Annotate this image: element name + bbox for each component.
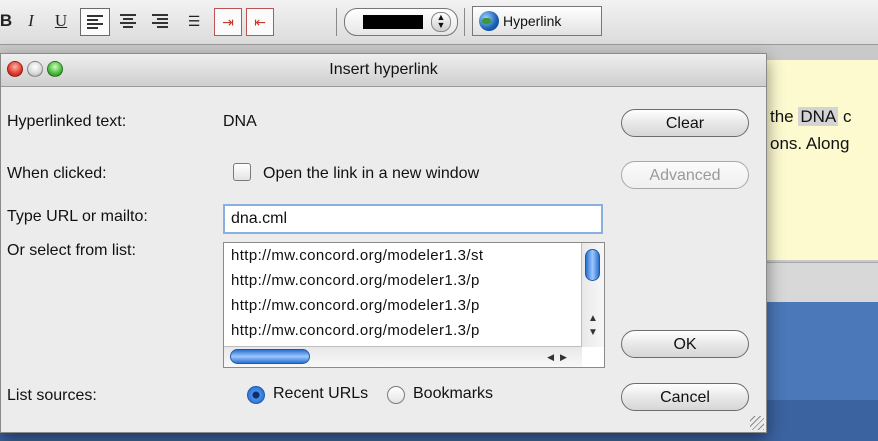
list-item[interactable]: http://mw.concord.org/modeler1.3/p [231, 272, 480, 289]
bold-label: B [0, 11, 13, 30]
format-toolbar: B I U ☰ ⇥ ⇤ ▲ ▼ Hyperlink [0, 0, 878, 45]
globe-link-icon [479, 11, 499, 31]
align-right-icon [152, 14, 168, 28]
popup-arrows-icon: ▲ ▼ [431, 12, 451, 32]
outdent-button[interactable]: ⇤ [246, 8, 274, 36]
list-horizontal-scrollbar[interactable]: ◀▶ [224, 346, 582, 367]
list-label: Or select from list: [7, 242, 136, 259]
indent-button[interactable]: ⇥ [214, 8, 242, 36]
vertical-scroll-thumb[interactable] [585, 249, 600, 281]
ok-button[interactable]: OK [621, 330, 749, 358]
hyperlink-label: Hyperlink [503, 13, 562, 29]
outdent-icon: ⇤ [254, 13, 266, 30]
align-left-button[interactable] [80, 8, 110, 36]
hyperlinked-text-label: Hyperlinked text: [7, 113, 127, 130]
underline-button[interactable]: U [50, 8, 72, 34]
bullet-list-icon: ☰ [187, 12, 201, 29]
cancel-button[interactable]: Cancel [621, 383, 749, 411]
advanced-button[interactable]: Advanced [621, 161, 749, 189]
list-item[interactable]: http://mw.concord.org/modeler1.3/p [231, 322, 480, 339]
italic-button[interactable]: I [20, 8, 42, 34]
italic-label: I [28, 11, 34, 30]
clear-button[interactable]: Clear [621, 109, 749, 137]
document-text-line: the DNA c [770, 107, 852, 127]
resize-grip-icon[interactable] [750, 416, 764, 430]
scroll-left-right-arrows-icon[interactable]: ◀▶ [538, 348, 582, 366]
new-window-checkbox[interactable] [233, 163, 251, 181]
doc-text-suffix: c [838, 107, 852, 126]
new-window-label[interactable]: Open the link in a new window [263, 165, 479, 183]
doc-selected-text: DNA [798, 107, 839, 126]
bookmarks-label[interactable]: Bookmarks [413, 385, 493, 403]
list-item[interactable]: http://mw.concord.org/modeler1.3/p [231, 297, 480, 314]
list-vertical-scrollbar[interactable]: ▲ ▼ [581, 243, 604, 347]
scroll-down-arrow-icon[interactable]: ▼ [582, 327, 604, 338]
align-center-button[interactable] [114, 8, 142, 34]
url-list[interactable]: http://mw.concord.org/modeler1.3/st http… [223, 242, 605, 368]
dialog-titlebar[interactable]: Insert hyperlink [1, 54, 766, 87]
bullet-list-button[interactable]: ☰ [180, 8, 208, 34]
bookmarks-radio[interactable] [387, 386, 405, 404]
url-label: Type URL or mailto: [7, 208, 148, 225]
align-left-icon [87, 15, 103, 29]
url-input[interactable] [223, 204, 603, 234]
color-swatch [363, 15, 423, 29]
toolbar-divider [336, 8, 337, 36]
indent-icon: ⇥ [222, 13, 234, 30]
list-sources-label: List sources: [7, 387, 97, 404]
align-center-icon [120, 14, 136, 28]
hyperlinked-text-value: DNA [223, 113, 257, 130]
scroll-up-arrow-icon[interactable]: ▲ [582, 313, 604, 324]
document-text-line: ons. Along [770, 134, 850, 153]
doc-text-prefix: the [770, 107, 799, 126]
recent-urls-label[interactable]: Recent URLs [273, 385, 368, 403]
insert-hyperlink-dialog: Insert hyperlink Hyperlinked text: DNA C… [0, 53, 767, 433]
underline-label: U [54, 11, 68, 30]
recent-urls-radio[interactable] [247, 386, 265, 404]
hyperlink-button[interactable]: Hyperlink [472, 6, 602, 36]
horizontal-scroll-thumb[interactable] [230, 349, 310, 364]
window-title: Insert hyperlink [329, 61, 438, 78]
bold-button[interactable]: B [0, 8, 12, 34]
toolbar-divider [464, 8, 465, 36]
text-color-popup[interactable]: ▲ ▼ [344, 8, 458, 36]
align-right-button[interactable] [146, 8, 174, 34]
when-clicked-label: When clicked: [7, 165, 107, 182]
list-item[interactable]: http://mw.concord.org/modeler1.3/st [231, 247, 483, 264]
